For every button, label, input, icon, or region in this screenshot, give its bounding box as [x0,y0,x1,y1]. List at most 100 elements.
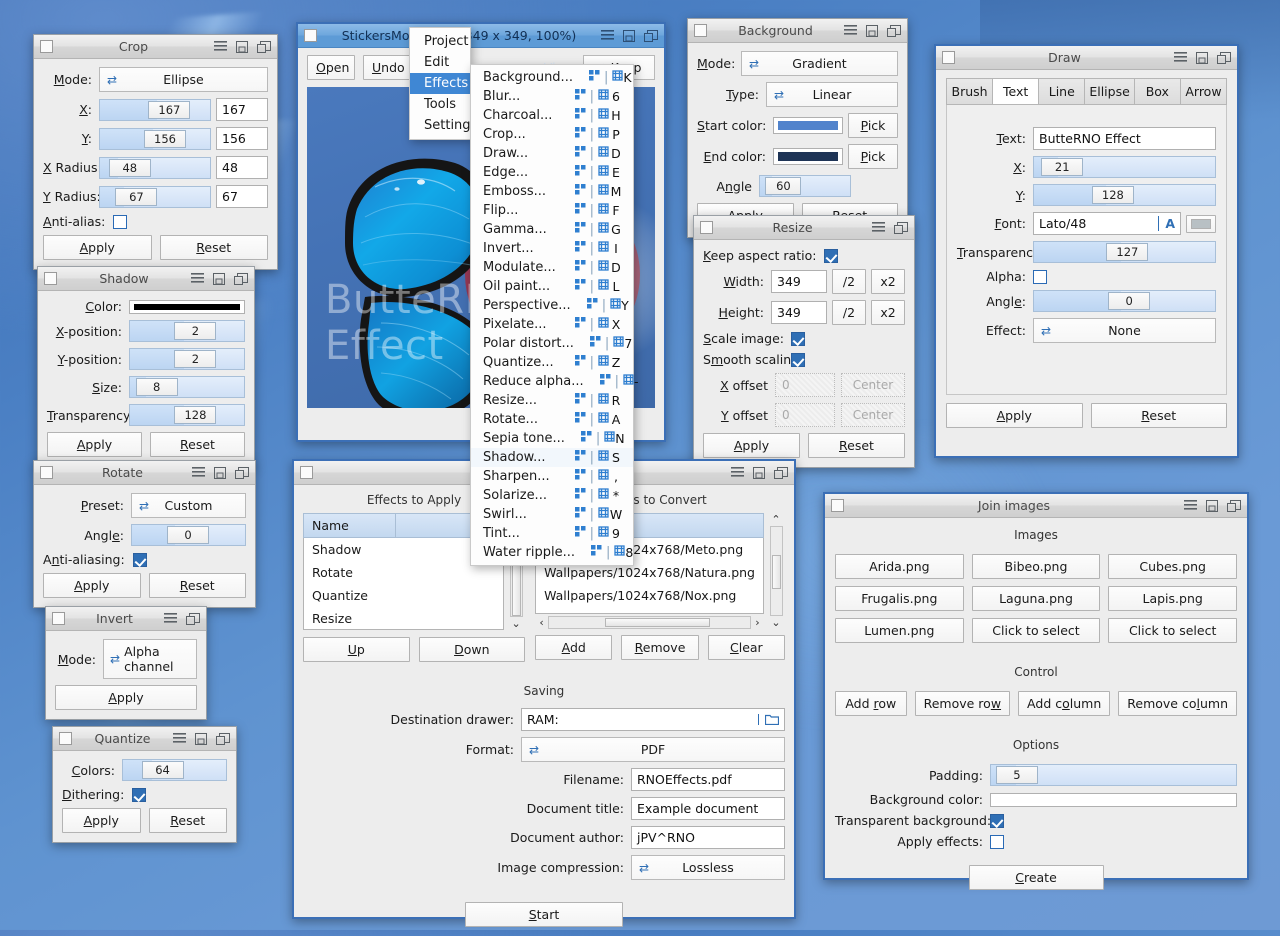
crop-apply-button[interactable]: Apply [43,235,152,260]
hamburger-icon[interactable] [164,613,177,624]
join-transparent-checkbox[interactable] [990,814,1004,828]
files-scroll-up-icon[interactable]: ⌃ [771,513,780,526]
shadow-ypos-knob[interactable]: 2 [174,350,216,368]
files-clear-button[interactable]: Clear [708,635,785,660]
crop-xradius-slider[interactable]: 48 [99,157,211,179]
resize-reset-button[interactable]: Reset [808,433,905,458]
window-menu-button[interactable] [59,732,72,745]
effects-menu-item[interactable]: Charcoal...|H [471,106,633,125]
depth-icon[interactable] [235,467,249,479]
crop-x-knob[interactable]: 167 [148,101,190,119]
effects-list-item[interactable]: Quantize [304,584,503,607]
rotate-antialiasing-checkbox[interactable] [133,553,147,567]
folder-icon[interactable] [758,714,779,725]
menu-item-project[interactable]: Project [410,31,470,52]
window-menu-button[interactable] [52,612,65,625]
iconify-icon[interactable] [213,273,225,285]
effects-column-name[interactable]: Name [304,514,396,537]
resize-width-double-button[interactable]: x2 [871,269,905,294]
join-control-button[interactable]: Add row [835,691,907,716]
draw-font-color-button[interactable] [1186,215,1216,233]
join-create-button[interactable]: Create [969,865,1104,890]
join-image-button[interactable]: Lumen.png [835,618,964,643]
files-list-scrollbar[interactable] [770,526,783,616]
invert-apply-button[interactable]: Apply [55,685,197,710]
resize-width-input[interactable]: 349 [771,270,827,293]
background-titlebar[interactable]: Background [688,19,907,43]
draw-x-slider[interactable]: 21 [1033,156,1216,178]
hamburger-icon[interactable] [1184,500,1197,511]
draw-transparency-knob[interactable]: 127 [1106,243,1148,261]
iconify-icon[interactable] [195,733,207,745]
shadow-size-knob[interactable]: 8 [136,378,178,396]
effects-menu-item[interactable]: Tint...|9 [471,524,633,543]
files-add-button[interactable]: Add [535,635,612,660]
effects-menu-item[interactable]: Sharpen...|, [471,467,633,486]
effects-menu-item[interactable]: Gamma...|G [471,220,633,239]
effects-menu-item[interactable]: Modulate...|D [471,258,633,277]
resize-smooth-checkbox[interactable] [791,353,805,367]
window-menu-button[interactable] [40,466,53,479]
join-control-button[interactable]: Remove row [915,691,1010,716]
draw-reset-button[interactable]: Reset [1091,403,1228,428]
effects-up-button[interactable]: Up [303,637,410,662]
rotate-apply-button[interactable]: Apply [43,573,141,598]
join-padding-slider[interactable]: 5 [990,764,1237,786]
effects-menu-item[interactable]: Invert...|I [471,239,633,258]
hamburger-icon[interactable] [872,222,885,233]
crop-xradius-knob[interactable]: 48 [109,159,151,177]
resize-height-half-button[interactable]: /2 [832,300,866,325]
effects-menu-item[interactable]: Reduce alpha...|- [471,372,633,391]
join-image-button[interactable]: Click to select [1108,618,1237,643]
shadow-titlebar[interactable]: Shadow [38,267,254,291]
crop-yradius-input[interactable]: 67 [216,185,268,208]
resize-titlebar[interactable]: Resize [694,216,914,240]
join-image-button[interactable]: Frugalis.png [835,586,964,611]
doctitle-input[interactable]: Example document [631,797,785,820]
menu-item-effects[interactable]: Effects [410,73,470,94]
join-image-button[interactable]: Cubes.png [1108,554,1237,579]
effects-menu-item[interactable]: Perspective...|Y [471,296,633,315]
hamburger-icon[interactable] [191,273,204,284]
window-menu-button[interactable] [40,40,53,53]
crop-y-input[interactable]: 156 [216,127,268,150]
shadow-transparency-slider[interactable]: 128 [129,404,245,426]
depth-icon[interactable] [887,25,901,37]
rotate-reset-button[interactable]: Reset [149,573,247,598]
window-menu-button[interactable] [831,499,844,512]
menu-item-settings[interactable]: Settings [410,115,470,136]
quantize-dithering-checkbox[interactable] [132,788,146,802]
effects-menu-item[interactable]: Flip...|F [471,201,633,220]
hamburger-icon[interactable] [844,25,857,36]
join-padding-knob[interactable]: 5 [996,766,1038,784]
image-titlebar[interactable]: StickersMorphing (349 x 349, 100%) [298,24,664,48]
rotate-angle-knob[interactable]: 0 [167,526,209,544]
shadow-transparency-knob[interactable]: 128 [174,406,216,424]
background-mode-select[interactable]: ⇄ Gradient [741,51,898,76]
hamburger-icon[interactable] [731,467,744,478]
iconify-icon[interactable] [214,467,226,479]
draw-apply-button[interactable]: Apply [946,403,1083,428]
effects-down-button[interactable]: Down [419,637,526,662]
background-startcolor-swatch[interactable] [773,117,843,134]
start-button[interactable]: Start [465,902,623,927]
effects-menu-item[interactable]: Resize...|R [471,391,633,410]
hamburger-icon[interactable] [192,467,205,478]
shadow-reset-button[interactable]: Reset [150,432,245,457]
menu-item-tools[interactable]: Tools [410,94,470,115]
draw-tab-text[interactable]: Text [992,78,1038,105]
draw-tab-ellipse[interactable]: Ellipse [1084,78,1133,105]
effects-list-item[interactable]: Resize [304,607,503,630]
draw-effect-select[interactable]: ⇄ None [1033,318,1216,343]
rotate-titlebar[interactable]: Rotate [34,461,255,485]
rotate-angle-slider[interactable]: 0 [131,524,246,546]
iconify-icon[interactable] [623,30,635,42]
format-select[interactable]: ⇄ PDF [521,737,785,762]
join-bgcolor-swatch[interactable] [990,793,1237,807]
crop-yradius-slider[interactable]: 67 [99,186,211,208]
menu-item-edit[interactable]: Edit [410,52,470,73]
resize-scale-checkbox[interactable] [791,332,805,346]
window-menu-button[interactable] [44,272,57,285]
depth-icon[interactable] [644,30,658,42]
iconify-icon[interactable] [1206,500,1218,512]
